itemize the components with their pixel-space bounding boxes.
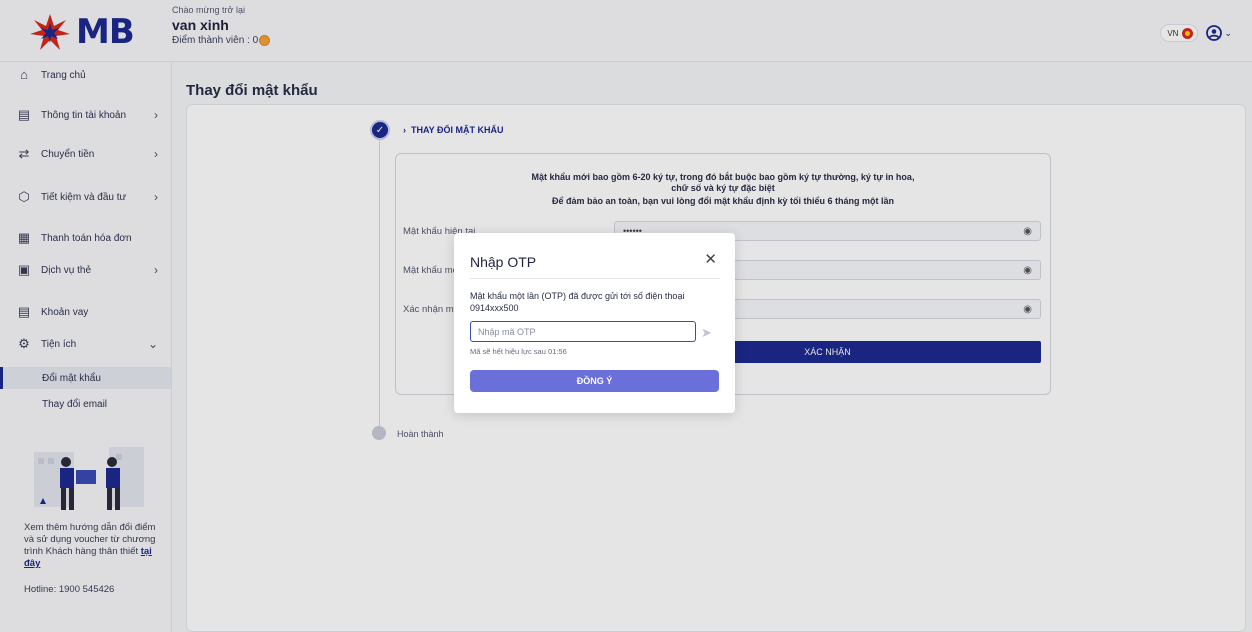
modal-divider: [470, 278, 720, 279]
otp-input[interactable]: [470, 321, 696, 342]
close-icon[interactable]: ✕: [704, 250, 717, 268]
send-icon[interactable]: ➤: [701, 325, 712, 341]
otp-modal: Nhập OTP ✕ Mật khẩu một lần (OTP) đã đượ…: [454, 233, 735, 413]
agree-button[interactable]: ĐỒNG Ý: [470, 370, 719, 392]
otp-message: Mật khẩu một lần (OTP) đã được gửi tới s…: [470, 291, 685, 313]
otp-timer: Mã sẽ hết hiệu lực sau 01:56: [470, 347, 567, 356]
modal-title: Nhập OTP: [470, 254, 537, 270]
